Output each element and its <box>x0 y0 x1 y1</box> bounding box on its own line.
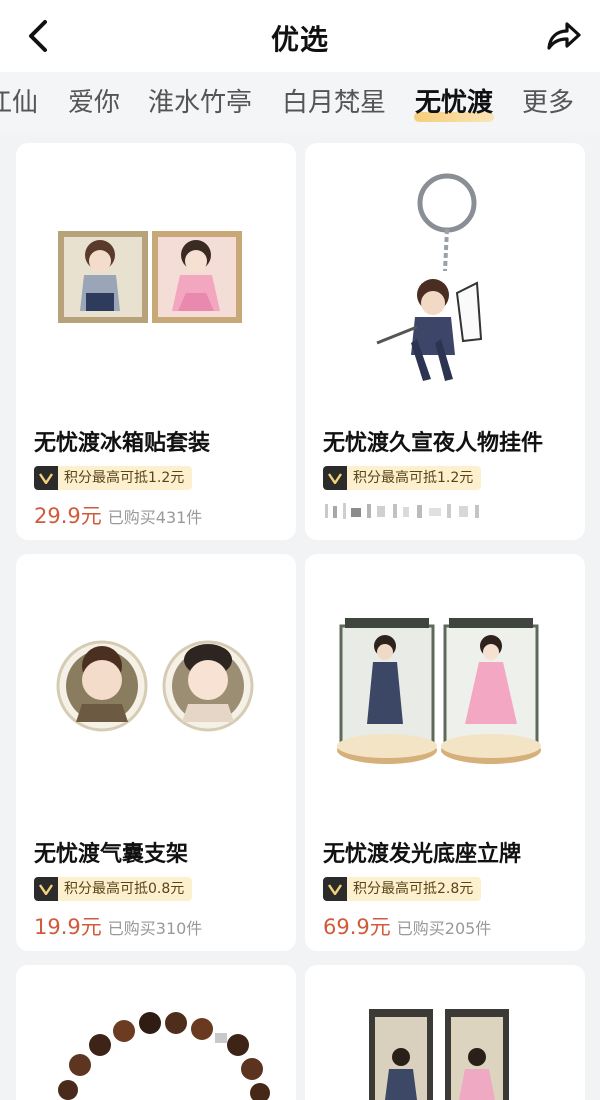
vip-check-icon <box>323 877 347 901</box>
price: 69.9元 <box>323 915 391 939</box>
points-text: 积分最高可抵1.2元 <box>58 466 193 490</box>
product-card[interactable]: 无忧渡气囊支架 积分最高可抵0.8元 19.9元 已购买310件 <box>16 554 296 951</box>
tab-jiangxian[interactable]: 江仙 <box>0 82 38 119</box>
tab-huaishui-zhuting[interactable]: 淮水竹亭 <box>148 82 252 119</box>
vip-check-icon <box>34 877 58 901</box>
product-image-fridge-magnets <box>58 231 242 323</box>
product-card[interactable]: 无忧渡冰箱贴套装 积分最高可抵1.2元 29.9元 已购买431件 <box>16 143 296 540</box>
points-text: 积分最高可抵1.2元 <box>347 466 482 490</box>
price: 29.9元 <box>34 504 102 528</box>
points-badge: 积分最高可抵1.2元 <box>34 466 193 490</box>
page-title: 优选 <box>270 23 329 56</box>
product-card[interactable] <box>16 965 296 1100</box>
product-title: 无忧渡发光底座立牌 <box>323 842 522 867</box>
points-text: 积分最高可抵0.8元 <box>58 877 193 901</box>
sold-count: 已购买310件 <box>107 919 203 938</box>
product-card[interactable]: 无忧渡发光底座立牌 积分最高可抵2.8元 69.9元 已购买205件 <box>305 554 585 951</box>
product-image-bookmarks <box>369 1009 509 1100</box>
price-row: 69.9元 已购买205件 <box>323 911 491 941</box>
product-card[interactable]: 无忧渡久宣夜人物挂件 积分最高可抵1.2元 <box>305 143 585 540</box>
tab-wuyoudu[interactable]: 无忧渡 <box>415 82 493 119</box>
points-badge: 积分最高可抵1.2元 <box>323 466 482 490</box>
product-image-acrylic-stand <box>337 618 541 764</box>
price-row: 19.9元 已购买310件 <box>34 911 202 941</box>
category-tabs: 江仙 爱你 淮水竹亭 白月梵星 无忧渡 更多 <box>0 72 600 132</box>
points-badge: 积分最高可抵0.8元 <box>34 877 193 901</box>
price-row: 29.9元 已购买431件 <box>34 500 202 530</box>
tab-aini[interactable]: 爱你 <box>68 82 120 119</box>
product-title: 无忧渡冰箱贴套装 <box>34 431 211 456</box>
vip-check-icon <box>323 466 347 490</box>
vip-check-icon <box>34 466 58 490</box>
product-image-bead-bracelet <box>58 1012 270 1100</box>
product-title: 无忧渡久宣夜人物挂件 <box>323 431 544 456</box>
sold-count: 已购买431件 <box>107 508 203 527</box>
share-button[interactable] <box>542 14 586 58</box>
price: 19.9元 <box>34 915 102 939</box>
top-bar: 优选 <box>0 0 600 72</box>
product-image-keychain <box>376 173 483 381</box>
product-image-phone-grip <box>56 640 254 732</box>
redacted-price-marks <box>325 503 479 519</box>
points-text: 积分最高可抵2.8元 <box>347 877 482 901</box>
price-row <box>323 500 493 522</box>
product-card[interactable] <box>305 965 585 1100</box>
tab-baiyue-fanxing[interactable]: 白月梵星 <box>282 82 386 119</box>
points-badge: 积分最高可抵2.8元 <box>323 877 482 901</box>
sold-count: 已购买205件 <box>396 919 492 938</box>
share-arrow-icon <box>547 22 581 50</box>
tab-more[interactable]: 更多 <box>522 82 574 119</box>
product-title: 无忧渡气囊支架 <box>34 842 189 867</box>
